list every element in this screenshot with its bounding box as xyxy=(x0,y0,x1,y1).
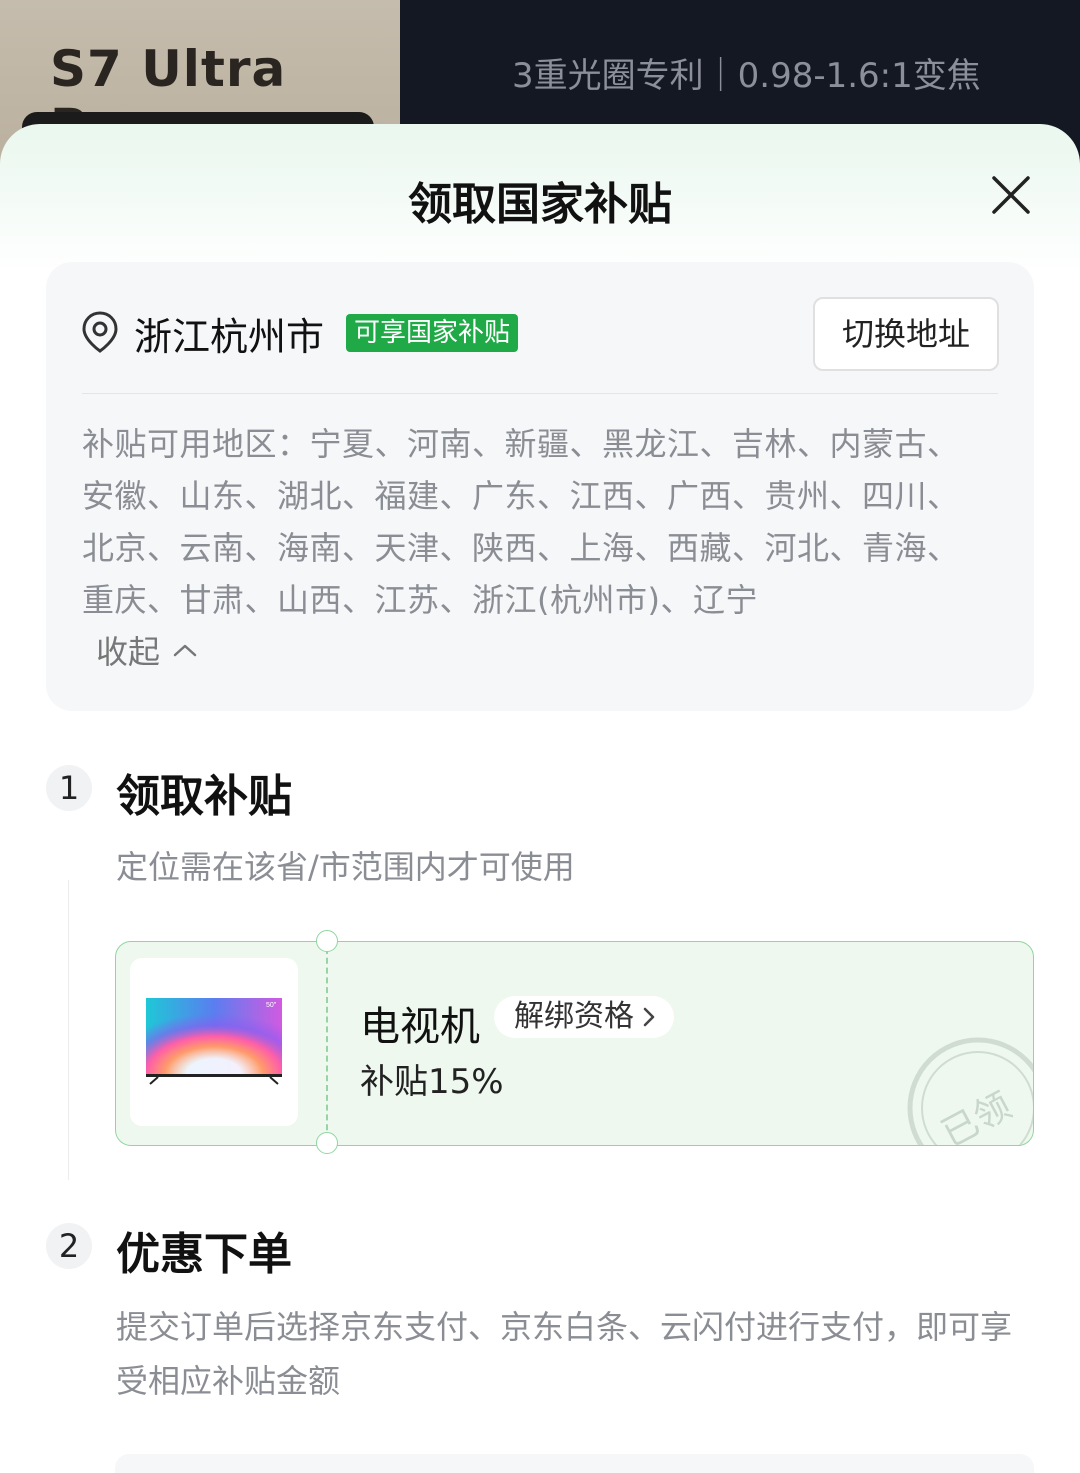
available-regions-text: 补贴可用地区：宁夏、河南、新疆、黑龙江、吉林、内蒙古、安徽、山东、湖北、福建、广… xyxy=(82,425,960,619)
close-button[interactable] xyxy=(986,170,1036,220)
step-2-description: 提交订单后选择京东支付、京东白条、云闪付进行支付，即可享受相应补贴金额 xyxy=(116,1308,1013,1400)
step-1-number: 1 xyxy=(46,765,92,811)
collapse-button[interactable]: 收起 xyxy=(96,630,198,671)
tv-image: 50" xyxy=(146,998,282,1085)
step-2-title: 优惠下单 xyxy=(116,1229,292,1280)
unbind-label: 解绑资格 xyxy=(514,999,634,1034)
switch-address-button[interactable]: 切换地址 xyxy=(813,297,999,371)
coupon-product-name: 电视机 xyxy=(360,1004,480,1050)
location-card: 浙江杭州市 可享国家补贴 切换地址 补贴可用地区：宁夏、河南、新疆、黑龙江、吉林… xyxy=(46,262,1034,711)
location-pin-icon xyxy=(82,311,118,353)
tv-size-label: 50" xyxy=(266,1002,277,1009)
tv-product-image: 50" xyxy=(130,958,298,1126)
step-1-description: 定位需在该省/市范围内才可使用 xyxy=(116,848,575,886)
unbind-eligibility-button[interactable]: 解绑资格 xyxy=(494,996,674,1038)
banner-tagline: 3重光圈专利｜0.98-1.6:1变焦 xyxy=(512,56,981,96)
coupon-notch-top xyxy=(316,930,338,952)
close-icon xyxy=(992,176,1030,214)
claimed-stamp-text: 已领 xyxy=(935,1085,1018,1146)
current-city: 浙江杭州市 xyxy=(134,315,325,359)
subsidy-eligible-badge: 可享国家补贴 xyxy=(346,314,519,352)
collapse-label: 收起 xyxy=(96,633,161,671)
step-2-number: 2 xyxy=(46,1223,92,1269)
coupon-subsidy-rate: 补贴15% xyxy=(360,1062,504,1102)
sheet-title: 领取国家补贴 xyxy=(408,179,672,230)
subsidy-sheet: 领取国家补贴 浙江杭州市 可享国家补贴 切换地址 补贴可用地区：宁夏、河南、新疆… xyxy=(0,124,1080,1473)
chevron-right-icon xyxy=(643,1007,655,1027)
step-connector-line xyxy=(68,880,69,1180)
next-section-card xyxy=(115,1454,1034,1473)
coupon-perforation xyxy=(326,948,328,1140)
claimed-stamp-icon: 已领 xyxy=(907,1037,1033,1146)
subsidy-coupon-card[interactable]: 50" 电视机 解绑资格 补贴15% 已领 xyxy=(115,941,1034,1146)
step-1-title: 领取补贴 xyxy=(116,771,292,822)
coupon-notch-bottom xyxy=(316,1132,338,1154)
divider xyxy=(82,393,998,394)
chevron-up-icon xyxy=(173,644,197,657)
